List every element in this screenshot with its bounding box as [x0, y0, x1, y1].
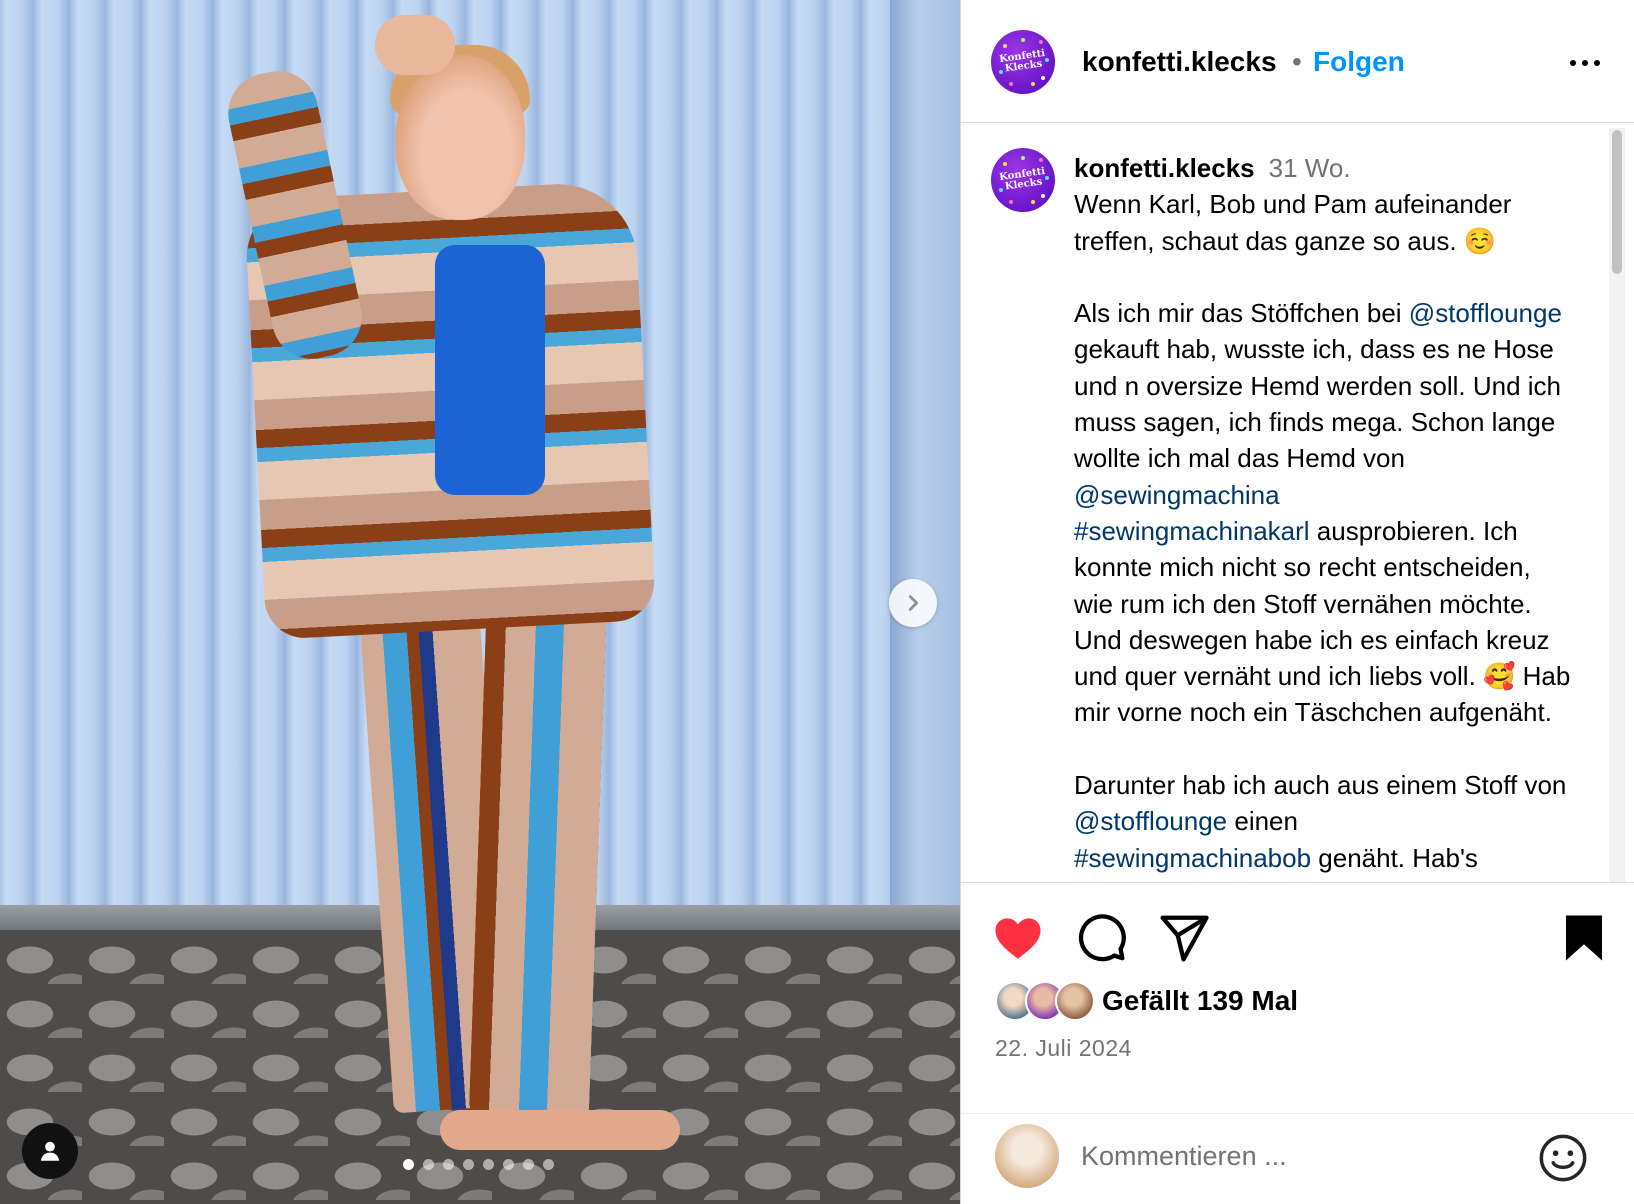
header-separator: •	[1292, 46, 1302, 77]
carousel-dot	[463, 1159, 474, 1170]
profile-avatar[interactable]: Konfetti Klecks	[991, 30, 1055, 94]
caption-text-segment: genäht. Hab's	[1311, 842, 1478, 873]
comment-button[interactable]	[1074, 911, 1128, 965]
caption-text: konfetti.klecks 31 Wo. Wenn Karl, Bob und…	[1074, 150, 1574, 876]
caption-username[interactable]: konfetti.klecks	[1074, 153, 1255, 183]
header-username[interactable]: konfetti.klecks	[1082, 46, 1277, 78]
comment-bar	[961, 1113, 1634, 1204]
next-image-button[interactable]	[889, 579, 937, 627]
confetti-dot	[1039, 158, 1043, 162]
confetti-dot	[1045, 58, 1049, 62]
comment-icon	[1078, 914, 1126, 962]
tagged-users-button[interactable]	[22, 1123, 78, 1179]
figure-feet	[440, 1110, 680, 1150]
caption-text-segment: einen	[1234, 806, 1298, 837]
confetti-dot	[1003, 162, 1007, 166]
caption-section[interactable]: Konfetti Klecks konfetti.klecks 31 Wo. We…	[961, 124, 1634, 882]
post-photo[interactable]	[0, 0, 960, 1204]
current-user-avatar	[995, 1124, 1059, 1188]
liker-avatars[interactable]	[995, 981, 1095, 1025]
confetti-dot	[1039, 40, 1043, 44]
confetti-dot	[999, 188, 1003, 192]
chevron-right-icon	[908, 595, 919, 611]
figure-blue-top	[435, 245, 545, 495]
liker-avatar[interactable]	[1055, 981, 1095, 1021]
caption-text-segment: ausprobieren. Ich konnte mich nicht so r…	[1074, 515, 1571, 801]
more-icon-dot	[1594, 60, 1600, 66]
likes-count[interactable]: Gefällt 139 Mal	[1102, 985, 1298, 1017]
actions-section: Gefällt 139 Mal 22. Juli 2024	[961, 882, 1634, 1204]
emoji-icon	[1539, 1134, 1587, 1182]
carousel-dot	[423, 1159, 434, 1170]
bookmark-icon	[1566, 915, 1602, 961]
carousel-dot	[503, 1159, 514, 1170]
confetti-dot	[1041, 194, 1045, 198]
more-options-button[interactable]	[1561, 48, 1609, 78]
confetti-dot	[1009, 200, 1013, 204]
post-date[interactable]: 22. Juli 2024	[995, 1035, 1132, 1062]
carousel-dot	[483, 1159, 494, 1170]
mention-link[interactable]: @stofflounge	[1409, 298, 1562, 328]
caption-timestamp[interactable]: 31 Wo.	[1269, 153, 1351, 183]
emoji-button[interactable]	[1537, 1132, 1589, 1184]
carousel-dot	[523, 1159, 534, 1170]
more-icon-dot	[1582, 60, 1588, 66]
confetti-dot	[1021, 156, 1025, 160]
caption-content: Wenn Karl, Bob und Pam aufeinander treff…	[1074, 189, 1578, 872]
carousel-dot	[403, 1159, 414, 1170]
hashtag-link[interactable]: #sewingmachinabob	[1074, 843, 1311, 873]
share-button[interactable]	[1157, 911, 1211, 965]
garage-door-frame	[890, 0, 960, 920]
caption-scrollbar[interactable]	[1609, 128, 1625, 882]
confetti-dot	[1031, 200, 1035, 204]
confetti-dot	[1009, 82, 1013, 86]
post-detail-panel: Konfetti Klecks konfetti.klecks • Folgen…	[960, 0, 1634, 1204]
confetti-dot	[999, 70, 1003, 74]
like-button[interactable]	[991, 911, 1045, 965]
confetti-dot	[1031, 82, 1035, 86]
share-icon	[1160, 915, 1209, 962]
post-header: Konfetti Klecks konfetti.klecks • Folgen	[961, 0, 1634, 123]
hashtag-link[interactable]: #sewingmachinakarl	[1074, 516, 1310, 546]
carousel-dot	[543, 1159, 554, 1170]
more-icon-dot	[1570, 60, 1576, 66]
comment-input[interactable]	[1081, 1136, 1481, 1176]
follow-button[interactable]: Folgen	[1313, 46, 1405, 78]
carousel-dot	[443, 1159, 454, 1170]
save-button[interactable]	[1557, 911, 1611, 965]
figure-hand	[375, 15, 455, 75]
scrollbar-thumb[interactable]	[1612, 130, 1622, 274]
carousel-indicator	[403, 1159, 554, 1170]
tag-user-icon	[40, 1141, 60, 1161]
confetti-dot	[1041, 76, 1045, 80]
mention-link[interactable]: @stofflounge	[1074, 806, 1227, 836]
figure-head	[395, 55, 525, 220]
caption-avatar[interactable]: Konfetti Klecks	[991, 148, 1055, 212]
mention-link[interactable]: @sewingmachina	[1074, 480, 1280, 510]
confetti-dot	[1045, 176, 1049, 180]
heart-icon	[995, 918, 1041, 959]
confetti-dot	[1003, 44, 1007, 48]
confetti-dot	[1021, 38, 1025, 42]
